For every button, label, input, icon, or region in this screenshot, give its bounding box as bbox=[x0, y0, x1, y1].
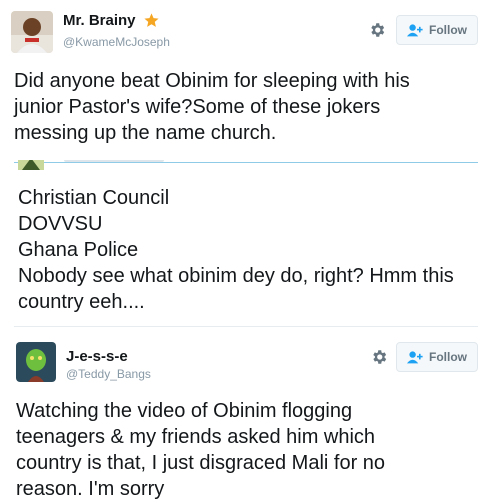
gear-icon[interactable] bbox=[370, 348, 388, 366]
tweet-card: Mr. Brainy @KwameMcJoseph Follow Did any… bbox=[0, 0, 500, 160]
display-name[interactable]: J-e-s-s-e bbox=[66, 348, 128, 365]
star-icon bbox=[144, 13, 159, 27]
display-name[interactable]: Mr. Brainy bbox=[63, 12, 136, 29]
avatar[interactable] bbox=[16, 342, 56, 382]
tweet-text: Did anyone beat Obinim for sleeping with… bbox=[14, 70, 410, 144]
tweet-card: Christian Council DOVVSU Ghana Police No… bbox=[0, 176, 500, 324]
handle[interactable]: @Teddy_Bangs bbox=[66, 367, 151, 381]
follow-label: Follow bbox=[429, 350, 467, 364]
gear-icon[interactable] bbox=[368, 21, 386, 39]
add-user-icon bbox=[407, 351, 423, 364]
divider bbox=[14, 326, 478, 327]
handle[interactable]: @KwameMcJoseph bbox=[63, 35, 170, 49]
avatar bbox=[18, 160, 44, 170]
tweet-text: Christian Council DOVVSU Ghana Police No… bbox=[18, 187, 454, 313]
add-user-icon bbox=[407, 24, 423, 37]
tweet-text: Watching the video of Obinim flogging te… bbox=[16, 400, 386, 500]
cropped-tweet-header bbox=[0, 160, 500, 172]
tweet-card: J-e-s-s-e @Teddy_Bangs Follow Watching t… bbox=[0, 330, 500, 500]
avatar[interactable] bbox=[11, 11, 53, 53]
follow-button[interactable]: Follow bbox=[396, 342, 478, 372]
follow-label: Follow bbox=[429, 23, 467, 37]
follow-button[interactable]: Follow bbox=[396, 15, 478, 45]
